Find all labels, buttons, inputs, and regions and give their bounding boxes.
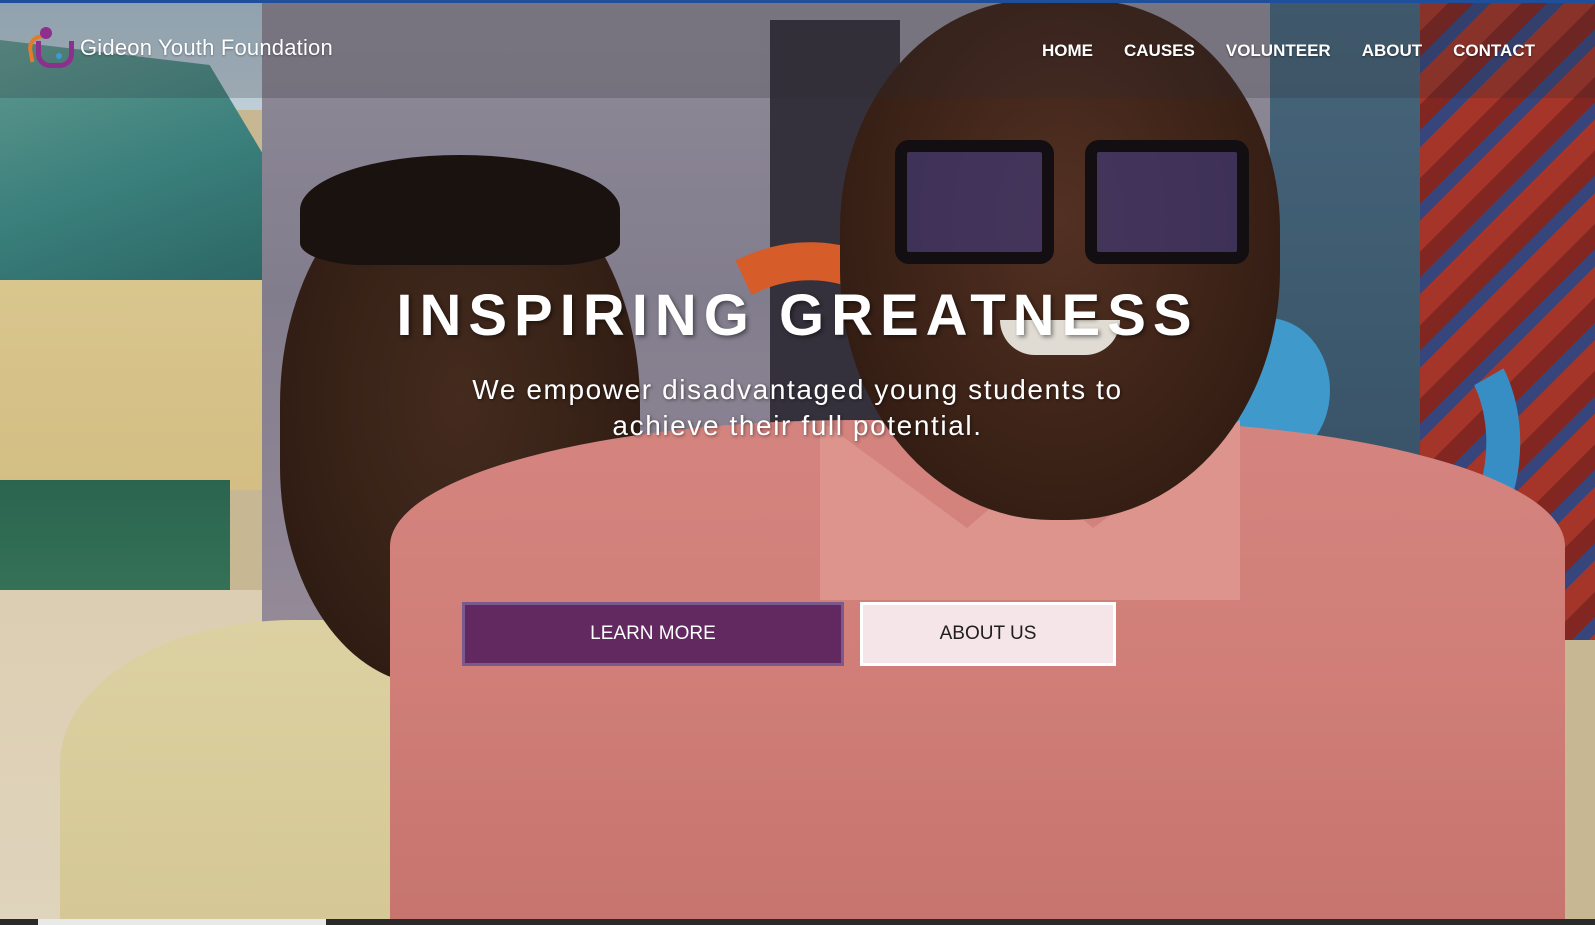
hero-subtitle: We empower disadvantaged young students … — [0, 372, 1595, 444]
about-us-button[interactable]: ABOUT US — [860, 602, 1116, 666]
hero-title: INSPIRING GREATNESS — [396, 283, 1199, 348]
foundation-logo-icon — [25, 27, 74, 69]
nav-volunteer[interactable]: VOLUNTEER — [1226, 41, 1331, 61]
hero-subtitle-line-1: We empower disadvantaged young students … — [472, 374, 1123, 405]
site-name: Gideon Youth Foundation — [80, 35, 333, 60]
nav-about[interactable]: ABOUT — [1362, 41, 1422, 61]
nav-contact[interactable]: CONTACT — [1453, 41, 1535, 61]
hero-overlay — [0, 0, 1595, 925]
nav-causes[interactable]: CAUSES — [1124, 41, 1195, 61]
nav-home[interactable]: HOME — [1042, 41, 1093, 61]
main-nav: HOME CAUSES VOLUNTEER ABOUT CONTACT — [1042, 41, 1535, 61]
bottom-scrollbar[interactable] — [0, 919, 1595, 925]
learn-more-button[interactable]: LEARN MORE — [462, 602, 844, 666]
top-accent-strip — [0, 0, 1595, 3]
scrollbar-thumb[interactable] — [38, 919, 326, 925]
site-logo[interactable]: Gideon Youth Foundation — [25, 27, 333, 69]
hero-section: Gideon Youth Foundation HOME CAUSES VOLU… — [0, 0, 1595, 925]
hero-subtitle-line-2: achieve their full potential. — [612, 410, 983, 441]
site-header: Gideon Youth Foundation HOME CAUSES VOLU… — [0, 3, 1595, 98]
